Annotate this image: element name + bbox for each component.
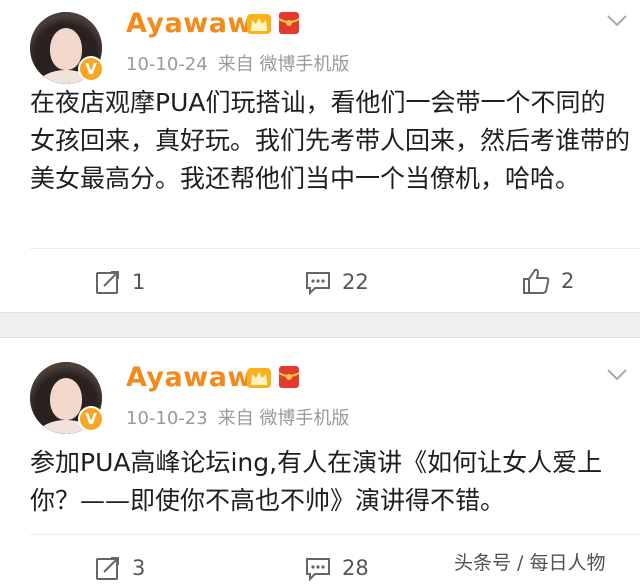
chevron-down-icon[interactable] bbox=[606, 368, 628, 382]
post-content: 在夜店观摩PUA们玩搭讪，看他们一会带一个不同的女孩回来，真好玩。我们先考带人回… bbox=[30, 88, 631, 193]
repost-button[interactable]: 1 bbox=[94, 268, 145, 296]
comment-icon bbox=[306, 558, 330, 582]
like-button[interactable]: 2 bbox=[521, 266, 574, 296]
post-meta: 10-10-23 来自 微博手机版 bbox=[126, 404, 359, 430]
verified-badge-icon: V bbox=[78, 406, 104, 432]
repost-button[interactable]: 3 bbox=[94, 554, 145, 582]
comment-count: 28 bbox=[342, 556, 369, 580]
comment-count: 22 bbox=[342, 270, 369, 294]
crown-icon bbox=[247, 14, 271, 34]
watermark: 头条号 / 每日人物 bbox=[454, 548, 605, 575]
post-meta: 10-10-24 来自 微博手机版 bbox=[126, 50, 359, 76]
like-count: 2 bbox=[561, 269, 575, 293]
post-source: 来自 微博手机版 bbox=[217, 408, 350, 429]
post-content: 参加PUA高峰论坛ing,有人在演讲《如何让女人爱上你？——即使你不高也不帅》演… bbox=[30, 448, 603, 515]
comment-icon bbox=[306, 272, 330, 296]
verified-badge-icon: V bbox=[78, 56, 104, 82]
crown-icon bbox=[247, 368, 271, 388]
comment-button[interactable]: 28 bbox=[304, 554, 369, 582]
post-separator bbox=[0, 312, 640, 338]
watermark-text: 头条号 / 每日人物 bbox=[454, 552, 606, 574]
red-envelope-icon bbox=[278, 366, 300, 388]
repost-icon bbox=[96, 271, 119, 294]
post-source: 来自 微博手机版 bbox=[217, 54, 350, 75]
chevron-down-icon[interactable] bbox=[606, 14, 628, 28]
divider bbox=[30, 248, 640, 249]
weibo-post: V Ayawawa 10-10-24 来自 微博手机版 在夜店观摩PUA们玩搭讪，… bbox=[0, 0, 640, 312]
red-envelope-icon bbox=[278, 12, 300, 34]
divider bbox=[30, 534, 640, 535]
post-time: 10-10-24 bbox=[126, 54, 208, 75]
repost-count: 3 bbox=[132, 556, 146, 580]
post-time: 10-10-23 bbox=[126, 408, 208, 429]
repost-icon bbox=[96, 557, 119, 580]
repost-count: 1 bbox=[132, 270, 146, 294]
like-icon bbox=[523, 268, 550, 294]
comment-button[interactable]: 22 bbox=[304, 268, 369, 296]
